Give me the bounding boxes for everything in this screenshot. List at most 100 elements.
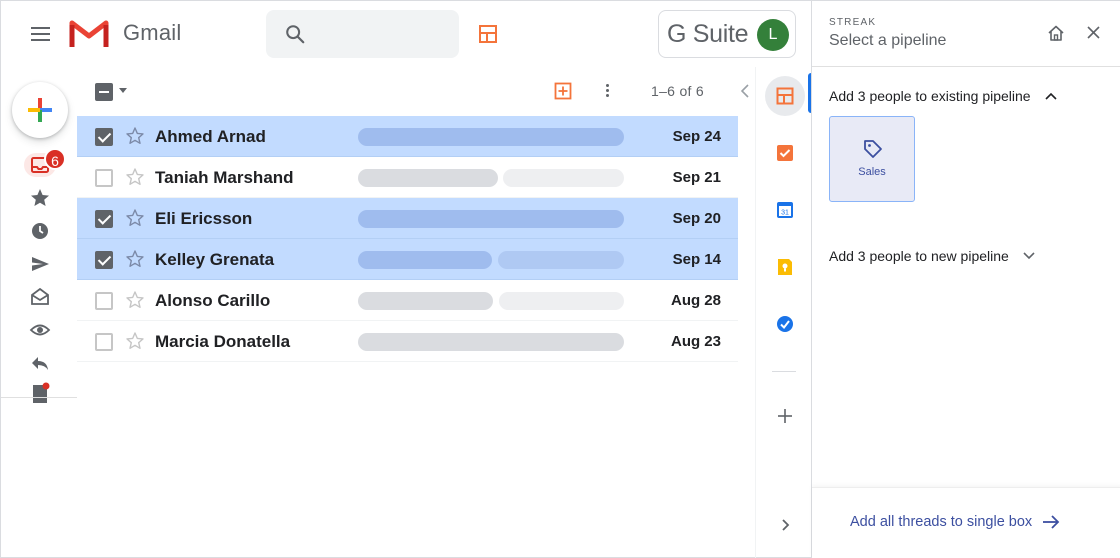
email-date: Aug 23 (670, 333, 721, 350)
star-icon[interactable] (125, 208, 145, 228)
list-toolbar: 1–6 of 6 (77, 71, 749, 111)
keep-icon[interactable] (776, 258, 794, 276)
star-icon[interactable] (125, 126, 145, 146)
email-date: Aug 28 (670, 292, 721, 309)
streak-footer: Add all threads to single box (812, 487, 1120, 558)
star-icon[interactable] (125, 167, 145, 187)
main-menu-button[interactable] (23, 19, 57, 49)
snippet-placeholder (503, 169, 624, 187)
new-pipeline-header[interactable]: Add 3 people to new pipeline (829, 248, 1035, 264)
snippet-placeholder (358, 169, 498, 187)
select-all-checkbox[interactable] (95, 83, 113, 101)
select-dropdown-icon[interactable] (119, 88, 127, 93)
email-row[interactable]: Taniah Marshand Sep 21 (77, 157, 738, 198)
nav-divider (1, 397, 77, 398)
add-all-threads-button[interactable]: Add all threads to single box (850, 514, 1060, 530)
email-row[interactable]: Kelley Grenata Sep 14 (77, 239, 738, 280)
email-sender: Kelley Grenata (155, 250, 275, 269)
chevron-up-icon[interactable] (1045, 92, 1057, 100)
sent-icon[interactable] (29, 253, 51, 275)
arrow-right-icon (1043, 515, 1060, 529)
existing-pipeline-label: Add 3 people to existing pipeline (829, 88, 1031, 104)
avatar[interactable]: L (757, 19, 789, 51)
snippet-placeholder (499, 292, 624, 310)
streak-header-icon[interactable] (478, 24, 498, 44)
check-icon[interactable] (776, 315, 794, 333)
calendar-day: 31 (781, 210, 789, 217)
tasks-icon[interactable] (776, 144, 794, 162)
page-count: 1–6 of 6 (651, 83, 704, 99)
starred-icon[interactable] (29, 187, 51, 209)
new-pipeline-label: Add 3 people to new pipeline (829, 248, 1009, 264)
inbox-unread-badge: 6 (44, 148, 66, 170)
pipeline-card-sales[interactable]: Sales (829, 116, 915, 202)
row-checkbox[interactable] (95, 251, 113, 269)
row-checkbox[interactable] (95, 210, 113, 228)
side-panel-icons: 31 (755, 67, 812, 558)
add-icon[interactable] (776, 407, 794, 425)
tag-icon (864, 140, 882, 158)
watching-icon[interactable] (29, 319, 51, 341)
email-row[interactable]: Marcia Donatella Aug 23 (77, 321, 738, 362)
side-divider (772, 371, 796, 372)
expand-icon[interactable] (776, 516, 794, 534)
email-list: Ahmed Arnad Sep 24 Taniah Marshand Sep 21 El… (77, 116, 738, 362)
gsuite-label: G Suite (667, 20, 749, 48)
streak-panel: STREAK Select a pipeline Add 3 people to… (811, 1, 1120, 558)
home-icon[interactable] (1047, 24, 1065, 42)
existing-pipeline-header[interactable]: Add 3 people to existing pipeline (829, 88, 1057, 104)
row-checkbox[interactable] (95, 292, 113, 310)
search-bar[interactable] (266, 10, 459, 58)
snippet-placeholder (358, 292, 493, 310)
close-icon[interactable] (1086, 25, 1101, 40)
streak-header-divider (812, 66, 1120, 67)
gmail-header: Gmail G Suite L (1, 1, 809, 67)
compose-plus-icon (28, 98, 52, 122)
add-all-threads-label: Add all threads to single box (850, 514, 1033, 530)
email-date: Sep 20 (672, 210, 721, 227)
calendar-icon[interactable]: 31 (776, 201, 794, 219)
reply-icon[interactable] (29, 352, 51, 374)
search-input[interactable] (322, 22, 442, 46)
email-sender: Marcia Donatella (155, 332, 291, 351)
menu-icon-line (30, 33, 50, 35)
star-icon[interactable] (125, 331, 145, 351)
snippet-placeholder (358, 251, 492, 269)
email-sender: Ahmed Arnad (155, 127, 266, 146)
email-date: Sep 21 (672, 169, 721, 186)
search-icon[interactable] (284, 23, 306, 45)
snippet-placeholder (358, 210, 624, 228)
gsuite-account-chip[interactable]: G Suite L (658, 10, 796, 58)
email-row[interactable]: Ahmed Arnad Sep 24 (77, 116, 738, 157)
streak-brand: STREAK (829, 17, 877, 28)
drafts-icon[interactable] (29, 286, 51, 308)
gmail-logo[interactable]: Gmail (69, 17, 181, 49)
pipeline-name: Sales (858, 166, 886, 178)
notes-icon[interactable] (29, 382, 51, 404)
row-checkbox[interactable] (95, 128, 113, 146)
email-sender: Alonso Carillo (155, 291, 271, 310)
chevron-left-icon[interactable] (741, 84, 749, 98)
star-icon[interactable] (125, 249, 145, 269)
more-options-icon[interactable] (603, 82, 611, 100)
app-window: Gmail G Suite L 6 1–6 of 6 Ahmed Arnad S… (0, 0, 1120, 558)
compose-button[interactable] (12, 82, 68, 138)
chevron-down-icon[interactable] (1023, 252, 1035, 260)
email-sender: Eli Ericsson (155, 209, 253, 228)
streak-icon[interactable] (776, 87, 794, 105)
email-date: Sep 14 (672, 251, 721, 268)
email-row[interactable]: Eli Ericsson Sep 20 (77, 198, 738, 239)
snippet-placeholder (358, 128, 624, 146)
snippet-placeholder (498, 251, 624, 269)
snippet-placeholder (358, 333, 624, 351)
row-checkbox[interactable] (95, 333, 113, 351)
streak-panel-title: Select a pipeline (829, 32, 947, 49)
row-checkbox[interactable] (95, 169, 113, 187)
snoozed-icon[interactable] (29, 220, 51, 242)
email-row[interactable]: Alonso Carillo Aug 28 (77, 280, 738, 321)
gmail-wordmark: Gmail (123, 20, 182, 45)
streak-add-box-icon[interactable] (554, 82, 572, 100)
star-icon[interactable] (125, 290, 145, 310)
menu-icon-line (30, 39, 50, 41)
menu-icon-line (30, 27, 50, 29)
